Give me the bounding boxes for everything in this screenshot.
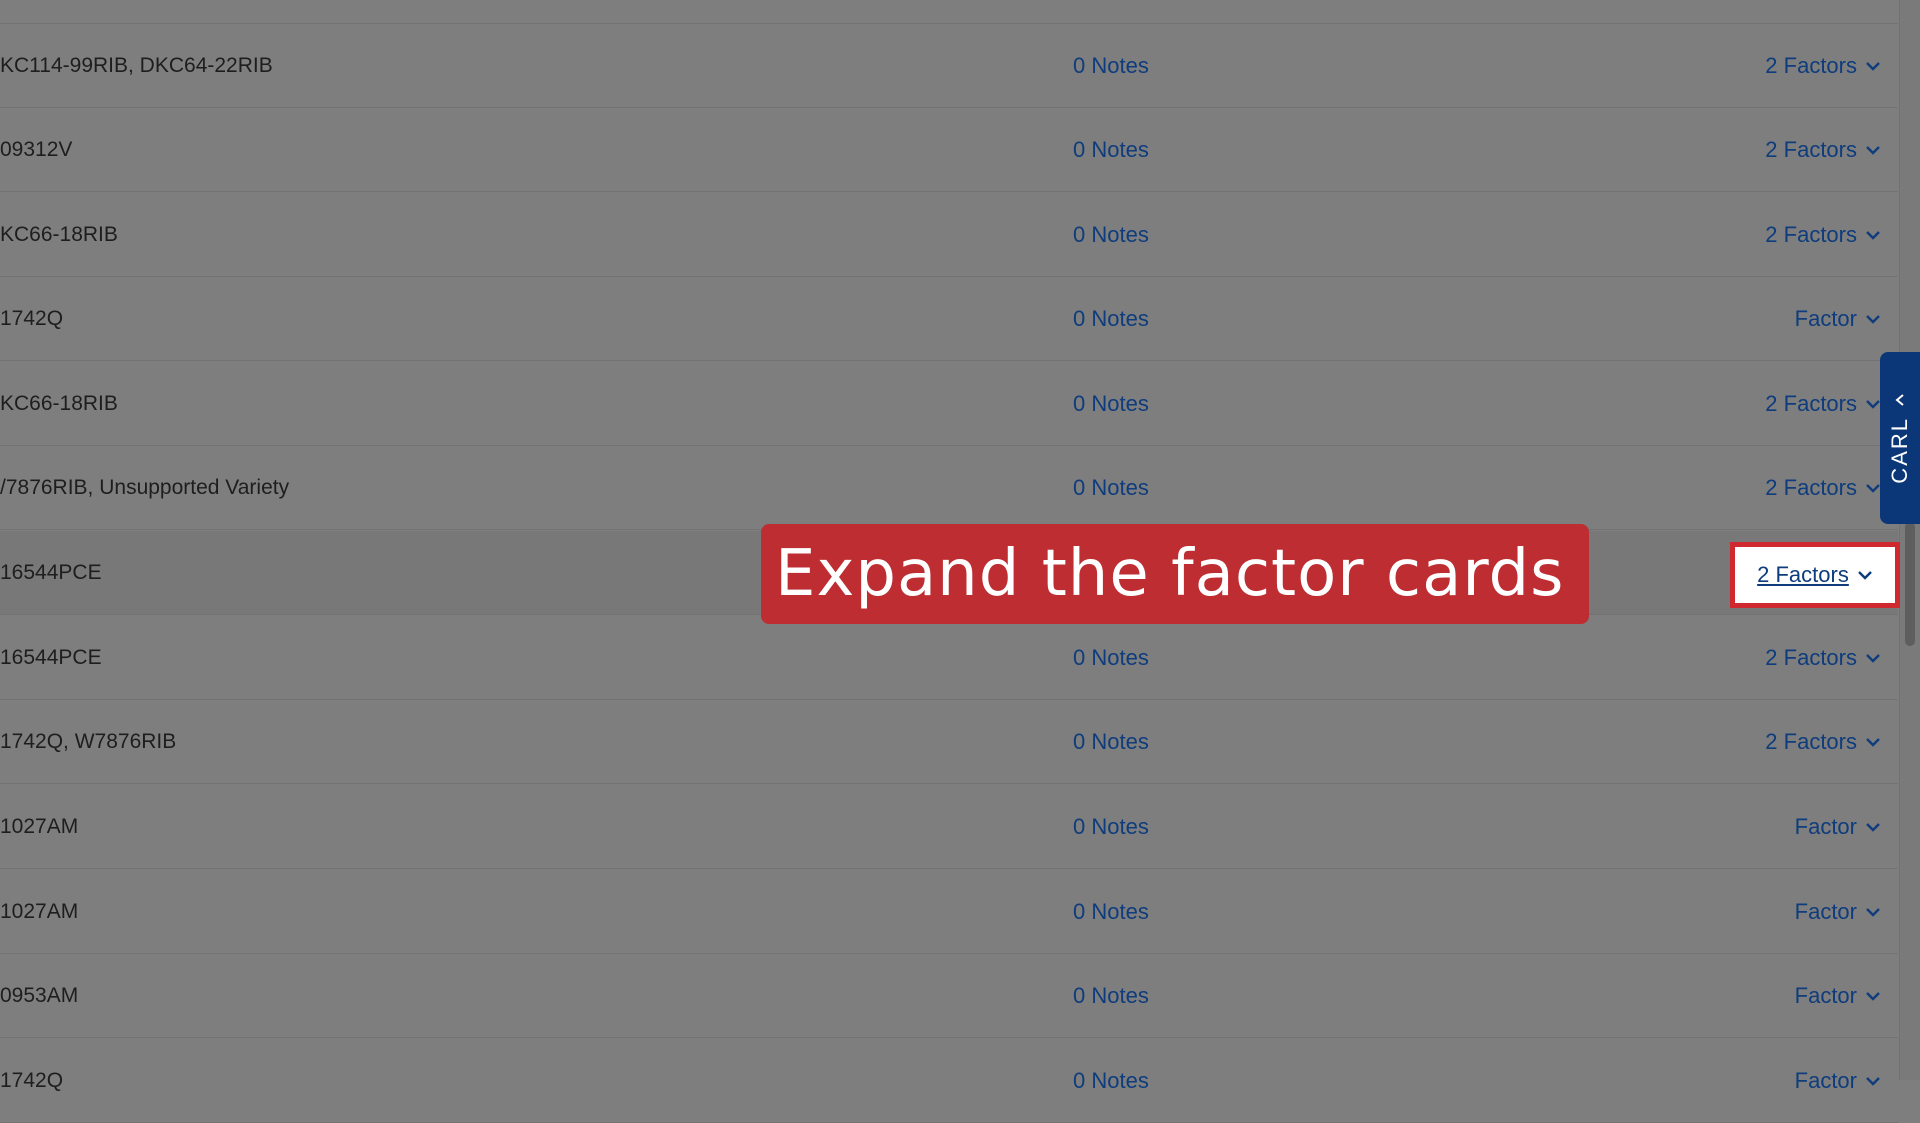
notes-link[interactable]: 0 Notes [1073,700,1149,783]
factors-toggle[interactable]: 2 Factors [1765,616,1881,699]
notes-link[interactable]: 0 Notes [1073,616,1149,699]
table-row: KC66-18RIB 0 Notes 2 Factors [0,193,1898,277]
notes-link[interactable]: 0 Notes [1073,954,1149,1037]
varieties-cell: 1027AM [0,814,79,838]
chevron-down-icon [1865,737,1881,747]
factors-label: Factor [1794,1067,1857,1093]
table-row: KC114-99RIB, DKC64-22RIB 0 Notes 2 Facto… [0,24,1898,108]
chevron-down-icon [1865,399,1881,409]
notes-link[interactable]: 0 Notes [1073,277,1149,360]
varieties-cell: 09312V [0,137,73,161]
factors-label: Factor [1794,305,1857,331]
varieties-cell: 16544PCE [0,645,102,669]
chevron-down-icon [1865,483,1881,493]
factors-label: Factor [1794,898,1857,924]
notes-link[interactable]: 0 Notes [1073,24,1149,107]
chevron-down-icon [1865,991,1881,1001]
factors-toggle[interactable]: Factor [1795,954,1881,1037]
vertical-scrollbar[interactable] [1899,0,1920,1080]
table-row: /7876RIB, Unsupported Variety 0 Notes 2 … [0,446,1898,530]
varieties-cell: 1742Q, W7876RIB [0,729,177,753]
notes-link[interactable]: 0 Notes [1073,108,1149,191]
varieties-cell: 1742Q [0,1068,64,1092]
table-row: 1027AM 0 Notes Factor [0,785,1898,869]
factors-label: 2 Factors [1765,644,1857,670]
table-row: 1742Q 0 Notes Factor [0,277,1898,361]
chevron-down-icon [1865,314,1881,324]
factors-toggle[interactable]: Factor [1795,1039,1881,1122]
varieties-cell: /7876RIB, Unsupported Variety [0,475,290,499]
notes-link[interactable]: 0 Notes [1073,870,1149,953]
factors-toggle-highlighted[interactable]: 2 Factors [1730,542,1900,608]
factors-label: 2 Factors [1765,221,1857,247]
factors-label: 2 Factors [1765,52,1857,78]
factors-label: 2 Factors [1765,728,1857,754]
scrollbar-thumb[interactable] [1905,522,1915,646]
factors-toggle[interactable]: 2 Factors [1765,700,1881,783]
table-row: 1742Q, W7876RIB 0 Notes 2 Factors [0,700,1898,784]
table-row: 1742Q 0 Notes Factor [0,1039,1898,1123]
notes-link[interactable]: 0 Notes [1073,1039,1149,1122]
chevron-down-icon [1857,570,1873,580]
varieties-cell: 1027AM [0,899,79,923]
notes-link[interactable]: 0 Notes [1073,193,1149,276]
varieties-cell: 0953AM [0,983,79,1007]
factors-label: 2 Factors [1765,136,1857,162]
notes-link[interactable]: 0 Notes [1073,362,1149,445]
factors-label: Factor [1794,982,1857,1008]
table-row: 09312V 0 Notes 2 Factors [0,108,1898,192]
factors-label: 2 Factors [1765,390,1857,416]
factors-label: 2 Factors [1765,474,1857,500]
factors-toggle[interactable]: Factor [1795,277,1881,360]
chevron-down-icon [1865,907,1881,917]
varieties-cell: 1742Q [0,306,64,330]
factors-toggle[interactable]: Factor [1795,785,1881,868]
callout-text: Expand the factor cards [775,537,1565,611]
factors-label: 2 Factors [1757,562,1849,587]
table-row: 0953AM 0 Notes Factor [0,954,1898,1038]
varieties-cell: 16544PCE [0,560,102,584]
varieties-cell: KC114-99RIB, DKC64-22RIB [0,53,273,77]
table-row: KC66-18RIB 0 Notes 2 Factors [0,362,1898,446]
factors-toggle[interactable]: 2 Factors [1765,446,1881,529]
carl-tab-label: CARL [1887,416,1912,484]
factors-toggle[interactable]: Factor [1795,870,1881,953]
chevron-down-icon [1865,145,1881,155]
notes-link[interactable]: 0 Notes [1073,785,1149,868]
notes-link[interactable]: 0 Notes [1073,446,1149,529]
table-row: 1027AM 0 Notes Factor [0,870,1898,954]
chevron-down-icon [1865,822,1881,832]
factors-toggle[interactable]: 2 Factors [1765,108,1881,191]
chevron-down-icon [1865,653,1881,663]
chevron-down-icon [1865,230,1881,240]
chevron-down-icon [1865,1076,1881,1086]
factors-toggle[interactable]: 2 Factors [1765,24,1881,107]
factors-label: Factor [1794,813,1857,839]
factors-toggle[interactable]: 2 Factors [1765,193,1881,276]
factors-toggle[interactable]: 2 Factors [1765,362,1881,445]
varieties-cell: KC66-18RIB [0,391,118,415]
instruction-callout: Expand the factor cards [761,524,1589,624]
chevron-down-icon [1865,61,1881,71]
varieties-cell: KC66-18RIB [0,222,118,246]
chevron-left-icon [1894,393,1906,407]
table-row: 16544PCE 0 Notes 2 Factors [0,616,1898,700]
carl-side-tab[interactable]: CARL [1880,352,1920,524]
table-row [0,0,1898,24]
